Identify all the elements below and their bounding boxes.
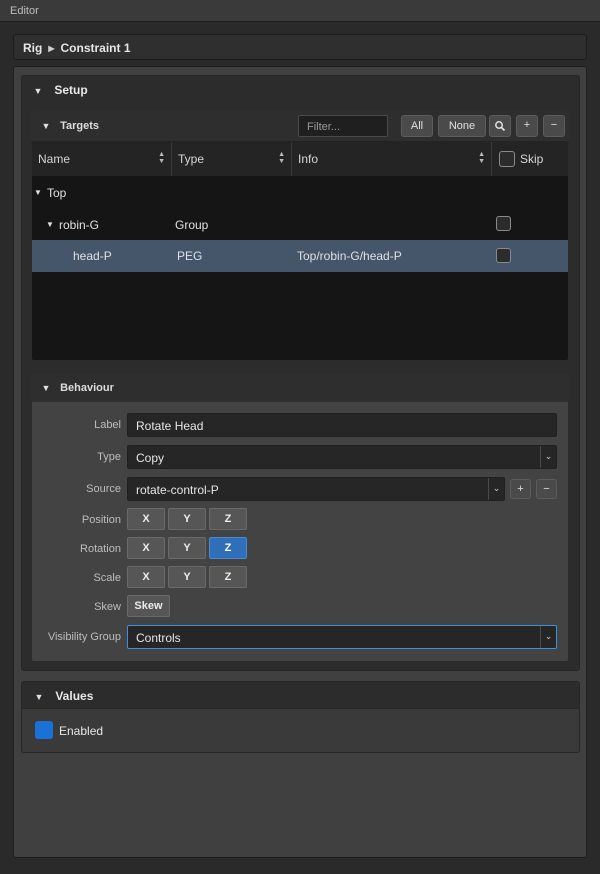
position-y-toggle[interactable]: Y — [168, 508, 206, 530]
values-section — [21, 709, 580, 753]
skew-toggle[interactable]: Skew — [127, 595, 170, 617]
chevron-down-icon[interactable]: ⌄ — [540, 446, 556, 468]
sort-icon: ▲ ▼ — [478, 151, 485, 165]
row-type: Group — [175, 218, 209, 232]
column-skip-label: Skip — [520, 152, 544, 166]
breadcrumb: Rig ▶ Constraint 1 — [13, 34, 587, 60]
add-source-button[interactable]: + — [510, 479, 531, 499]
breadcrumb-root[interactable]: Rig — [23, 41, 42, 55]
visibility-group-select[interactable]: Controls ⌄ — [127, 625, 557, 649]
remove-source-button[interactable]: − — [536, 479, 557, 499]
values-header[interactable]: ▼ Values — [21, 681, 580, 709]
source-select-value: rotate-control-P — [136, 483, 219, 497]
collapse-triangle-icon[interactable]: ▼ — [31, 86, 45, 96]
row-name: head-P — [73, 249, 112, 263]
scale-z-toggle[interactable]: Z — [209, 566, 247, 588]
label-field-label: Label — [94, 419, 121, 431]
enabled-checkbox[interactable] — [35, 721, 53, 739]
table-row[interactable]: head-P PEG Top/robin-G/head-P — [32, 240, 568, 272]
skip-checkbox[interactable] — [496, 248, 511, 263]
rotation-x-toggle[interactable]: X — [127, 537, 165, 559]
collapse-triangle-icon[interactable]: ▼ — [32, 692, 46, 702]
search-icon — [495, 121, 506, 132]
position-label: Position — [81, 514, 121, 526]
chevron-down-icon[interactable]: ⌄ — [540, 626, 556, 648]
column-header-type[interactable]: Type ▲ ▼ — [172, 142, 292, 176]
scale-y-toggle[interactable]: Y — [168, 566, 206, 588]
scale-x-toggle[interactable]: X — [127, 566, 165, 588]
setup-header[interactable]: ▼ Setup — [21, 75, 580, 105]
breadcrumb-current: Constraint 1 — [60, 41, 131, 55]
enabled-label: Enabled — [59, 724, 104, 738]
source-select[interactable]: rotate-control-P ⌄ — [127, 477, 505, 501]
breadcrumb-separator-icon: ▶ — [48, 44, 55, 53]
position-x-toggle[interactable]: X — [127, 508, 165, 530]
filter-input[interactable]: Filter... — [298, 115, 388, 137]
search-button[interactable] — [489, 115, 511, 137]
row-info: Top/robin-G/head-P — [297, 249, 402, 263]
chevron-down-icon[interactable]: ⌄ — [488, 478, 504, 500]
label-input[interactable]: Rotate Head — [127, 413, 557, 437]
sort-icon: ▲ ▼ — [278, 151, 285, 165]
source-field-label: Source — [86, 483, 121, 495]
window-title: Editor — [0, 0, 600, 22]
type-select-value: Copy — [136, 451, 165, 465]
position-z-toggle[interactable]: Z — [209, 508, 247, 530]
table-row[interactable]: ▼ robin-G Group — [32, 209, 568, 241]
visibility-group-label: Visibility Group — [47, 631, 121, 643]
expand-triangle-icon[interactable]: ▼ — [46, 220, 54, 229]
skew-label: Skew — [94, 601, 121, 613]
visibility-group-value: Controls — [136, 631, 181, 645]
table-row[interactable]: ▼ Top — [32, 177, 568, 209]
column-name-label: Name — [38, 152, 71, 166]
add-target-button[interactable]: + — [516, 115, 538, 137]
column-info-label: Info — [298, 152, 319, 166]
row-type: PEG — [177, 249, 203, 263]
row-name: robin-G — [59, 218, 100, 232]
collapse-triangle-icon[interactable]: ▼ — [39, 383, 53, 393]
setup-title: Setup — [54, 83, 88, 97]
column-header-name[interactable]: Name ▲ ▼ — [32, 142, 172, 176]
rotation-label: Rotation — [80, 543, 121, 555]
type-field-label: Type — [97, 451, 121, 463]
rotation-z-toggle[interactable]: Z — [209, 537, 247, 559]
values-title: Values — [55, 689, 94, 703]
scale-label: Scale — [93, 572, 121, 584]
column-type-label: Type — [178, 152, 205, 166]
skip-checkbox[interactable] — [496, 216, 511, 231]
expand-triangle-icon[interactable]: ▼ — [34, 188, 42, 197]
column-header-info[interactable]: Info ▲ ▼ — [292, 142, 492, 176]
rotation-y-toggle[interactable]: Y — [168, 537, 206, 559]
targets-title: Targets — [60, 120, 99, 132]
row-name: Top — [47, 186, 67, 200]
behaviour-header[interactable]: ▼ Behaviour — [31, 374, 569, 402]
select-none-button[interactable]: None — [438, 115, 486, 137]
collapse-triangle-icon[interactable]: ▼ — [39, 121, 53, 131]
column-header-skip[interactable]: Skip — [492, 142, 568, 176]
skip-all-checkbox[interactable] — [499, 151, 515, 167]
sort-icon: ▲ ▼ — [158, 151, 165, 165]
remove-target-button[interactable]: − — [543, 115, 565, 137]
select-all-button[interactable]: All — [401, 115, 433, 137]
type-select[interactable]: Copy ⌄ — [127, 445, 557, 469]
behaviour-title: Behaviour — [60, 382, 114, 394]
